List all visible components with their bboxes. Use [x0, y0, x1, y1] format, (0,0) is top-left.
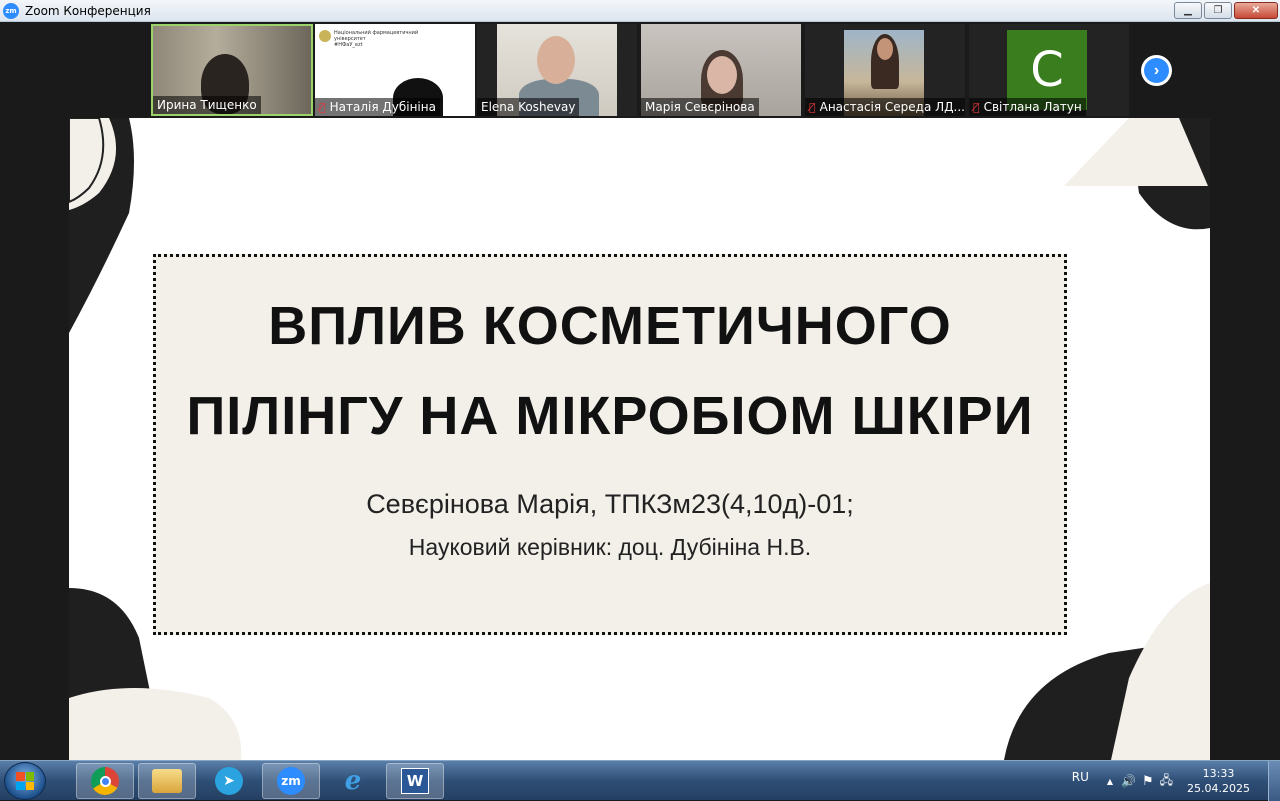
taskbar-ie[interactable]: e: [324, 763, 382, 799]
participant-name: 🎙̸ Анастасія Середа ЛД...: [805, 98, 965, 116]
network-icon[interactable]: 🖧: [1160, 771, 1173, 792]
mic-muted-icon: 🎙̸: [319, 100, 326, 114]
author-line: Севєрінова Марія, ТПКЗм23(4,10д)-01;: [366, 489, 854, 519]
maximize-button[interactable]: ❐: [1204, 2, 1232, 19]
participant-tile[interactable]: Національний фармацевтичний університет …: [315, 24, 475, 116]
participant-tile[interactable]: 🎙̸ Анастасія Середа ЛД...: [805, 24, 965, 116]
clock-time: 13:33: [1202, 767, 1235, 780]
taskbar-word[interactable]: W: [386, 763, 444, 799]
clock-date: 25.04.2025: [1187, 782, 1250, 795]
supervisor-line: Науковий керівник: доц. Дубініна Н.В.: [408, 534, 812, 560]
taskbar-explorer[interactable]: [138, 763, 196, 799]
taskbar: ➤ zm e W RU ▲ 🔊 ⚑ 🖧 13:33 25.04.2025: [0, 760, 1280, 801]
participant-strip: Ирина Тищенко Національний фармацевтични…: [0, 22, 1280, 118]
zoom-icon: zm: [277, 767, 305, 795]
taskbar-chrome[interactable]: [76, 763, 134, 799]
taskbar-telegram[interactable]: ➤: [200, 763, 258, 799]
clock[interactable]: 13:33 25.04.2025: [1187, 766, 1250, 796]
close-button[interactable]: ✕: [1234, 2, 1278, 19]
tray-expand-icon[interactable]: ▲: [1107, 777, 1113, 786]
file-explorer-icon: [152, 769, 182, 793]
chevron-right-icon: ›: [1144, 58, 1169, 83]
shared-screen-text: Національний фармацевтичний університет …: [334, 30, 419, 48]
participant-tile[interactable]: Elena Koshevay: [477, 24, 637, 116]
participant-name: Elena Koshevay: [477, 98, 580, 116]
shared-slide: ВПЛИВ КОСМЕТИЧНОГО ПІЛІНГУ НА МІКРОБІОМ …: [69, 118, 1210, 760]
mic-muted-icon: 🎙̸: [809, 100, 816, 114]
chrome-icon: [91, 767, 119, 795]
zoom-logo-icon: zm: [3, 2, 19, 19]
language-indicator[interactable]: RU: [1072, 770, 1089, 784]
system-tray: RU ▲ 🔊 ⚑ 🖧 13:33 25.04.2025: [1072, 761, 1280, 801]
word-icon: W: [401, 768, 429, 794]
windows-logo-icon: [16, 772, 34, 790]
slide-title-line-1: ВПЛИВ КОСМЕТИЧНОГО: [268, 296, 952, 356]
participant-tile[interactable]: C 🎙̸ Світлана Латун: [969, 24, 1129, 116]
title-box: ВПЛИВ КОСМЕТИЧНОГО ПІЛІНГУ НА МІКРОБІОМ …: [153, 254, 1067, 635]
next-page-button[interactable]: ›: [1141, 55, 1172, 86]
show-desktop-button[interactable]: [1268, 761, 1280, 801]
internet-explorer-icon: e: [344, 766, 362, 796]
participant-name: 🎙̸ Наталія Дубініна: [315, 98, 440, 116]
participant-tile[interactable]: Ирина Тищенко: [151, 24, 313, 116]
participant-name: Марія Севєрінова: [641, 98, 759, 116]
action-center-flag-icon[interactable]: ⚑: [1142, 774, 1154, 789]
start-button[interactable]: [4, 762, 46, 800]
slide-title-line-2: ПІЛІНГУ НА МІКРОБІОМ ШКІРИ: [186, 386, 1034, 446]
participant-name: 🎙̸ Світлана Латун: [969, 98, 1086, 116]
telegram-icon: ➤: [215, 767, 243, 795]
participant-tile[interactable]: Марія Севєрінова: [641, 24, 801, 116]
participant-video: [707, 56, 737, 94]
mic-muted-icon: 🎙̸: [973, 100, 980, 114]
volume-icon[interactable]: 🔊: [1121, 774, 1136, 788]
participant-name: Ирина Тищенко: [153, 96, 261, 114]
window-title-bar[interactable]: zm Zoom Конференция ▁ ❐ ✕: [0, 0, 1280, 22]
minimize-button[interactable]: ▁: [1174, 2, 1202, 19]
taskbar-zoom[interactable]: zm: [262, 763, 320, 799]
window-title: Zoom Конференция: [25, 3, 151, 18]
university-logo-icon: [319, 30, 331, 42]
